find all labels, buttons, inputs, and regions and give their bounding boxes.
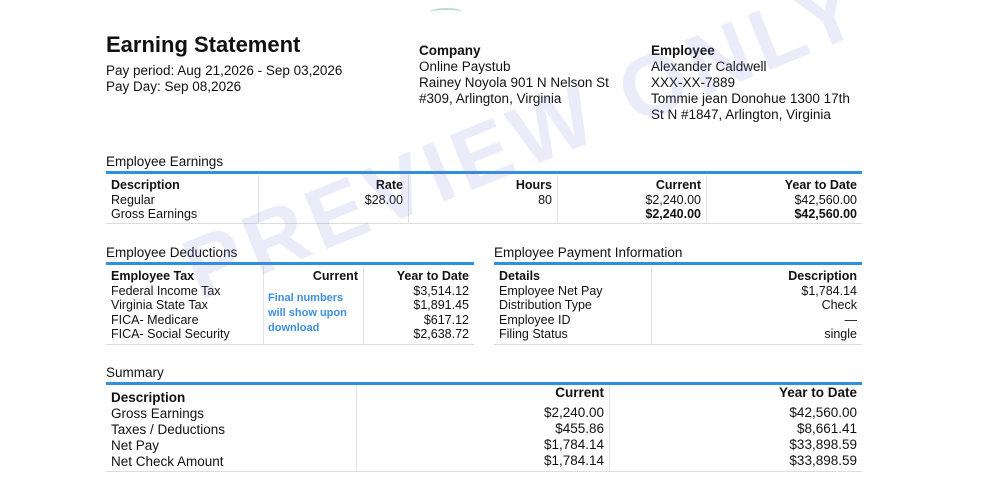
- earnings-col-hours: Hours 80: [409, 175, 558, 223]
- earnings-cell: [409, 207, 552, 222]
- pay-dates: Pay period: Aug 21,2026 - Sep 03,2026 Pa…: [106, 63, 342, 95]
- earnings-header-hours: Hours: [515, 178, 552, 192]
- deductions-header-ytd: Year to Date: [396, 269, 469, 283]
- payment-cell: Distribution Type: [499, 298, 592, 312]
- payment-header-description: Description: [788, 269, 857, 283]
- summary-cell: Taxes / Deductions: [111, 422, 226, 437]
- summary-cell: $1,784.14: [543, 453, 604, 468]
- earnings-cell: $2,240.00: [645, 207, 701, 221]
- deductions-cell: FICA- Social Security: [111, 327, 230, 341]
- summary-col-description: Description Gross Earnings Taxes / Deduc…: [106, 385, 357, 471]
- earnings-bar: [106, 171, 862, 174]
- payment-col-description: Description $1,784.14 Check — single: [652, 266, 862, 344]
- summary-cell: $455.86: [555, 421, 604, 436]
- earnings-header-description: Description: [111, 178, 180, 192]
- summary-table: Description Gross Earnings Taxes / Deduc…: [106, 385, 862, 472]
- earnings-col-ytd: Year to Date $42,560.00 $42,560.00: [707, 175, 862, 223]
- summary-header-description: Description: [111, 390, 186, 405]
- deductions-col-tax: Employee Tax Federal Income Tax Virginia…: [106, 266, 264, 344]
- summary-cell: Net Pay: [111, 438, 160, 453]
- deductions-col-ytd: Year to Date $3,514.12 $1,891.45 $617.12…: [364, 266, 474, 344]
- summary-col-current: Current $2,240.00 $455.86 $1,784.14 $1,7…: [357, 385, 610, 471]
- earnings-cell: $42,560.00: [794, 192, 857, 207]
- employee-name: Alexander Caldwell: [651, 59, 767, 74]
- summary-col-ytd: Year to Date $42,560.00 $8,661.41 $33,89…: [610, 385, 862, 471]
- payment-cell: single: [824, 327, 857, 341]
- summary-cell: $33,898.59: [789, 453, 857, 468]
- employee-address-1: Tommie jean Donohue 1300 17th: [651, 91, 850, 106]
- earnings-cell: [259, 207, 403, 222]
- payment-info-bar: [494, 262, 862, 265]
- payment-cell: Employee ID: [499, 312, 571, 327]
- deductions-bar: [106, 262, 474, 265]
- deductions-cell: $617.12: [423, 312, 469, 327]
- earnings-header-current: Current: [655, 178, 701, 192]
- earnings-col-rate: Rate $28.00: [259, 175, 409, 223]
- employee-heading: Employee: [651, 43, 715, 58]
- employee-address-2: St N #1847, Arlington, Virginia: [651, 107, 831, 122]
- payment-info-title: Employee Payment Information: [494, 245, 683, 260]
- payment-header-details: Details: [499, 269, 540, 283]
- summary-cell: Net Check Amount: [111, 454, 224, 469]
- payment-cell: Filing Status: [499, 327, 568, 341]
- pay-period: Pay period: Aug 21,2026 - Sep 03,2026: [106, 63, 343, 78]
- summary-cell: $8,661.41: [796, 421, 857, 436]
- payment-cell: Check: [821, 298, 857, 312]
- summary-header-current: Current: [555, 385, 604, 400]
- deductions-cell: Virginia State Tax: [111, 298, 208, 312]
- payment-cell: $1,784.14: [801, 283, 857, 298]
- earnings-header-ytd: Year to Date: [784, 178, 857, 192]
- company-address-1: Rainey Noyola 901 N Nelson St: [419, 75, 609, 90]
- company-name: Online Paystub: [419, 59, 511, 74]
- deductions-cell: $3,514.12: [413, 283, 469, 298]
- summary-header-ytd: Year to Date: [778, 385, 857, 400]
- earnings-cell: $42,560.00: [794, 207, 857, 221]
- deductions-title: Employee Deductions: [106, 245, 238, 260]
- summary-cell: $33,898.59: [789, 437, 857, 452]
- deductions-cell: FICA- Medicare: [111, 312, 199, 327]
- earnings-header-rate: Rate: [375, 178, 403, 192]
- company-block: Company Online Paystub Rainey Noyola 901…: [419, 43, 609, 107]
- payment-info-table: Details Employee Net Pay Distribution Ty…: [494, 266, 862, 345]
- company-heading: Company: [419, 43, 481, 58]
- earnings-cell: Gross Earnings: [111, 207, 198, 221]
- deductions-cell: Federal Income Tax: [111, 283, 221, 298]
- deductions-header-tax: Employee Tax: [111, 269, 195, 283]
- earnings-cell: Regular: [111, 192, 155, 207]
- earnings-col-current: Current $2,240.00 $2,240.00: [558, 175, 707, 223]
- summary-cell: $2,240.00: [543, 405, 604, 420]
- earnings-cell: $2,240.00: [645, 192, 701, 207]
- top-decoration: [430, 8, 462, 16]
- summary-cell: $1,784.14: [543, 437, 604, 452]
- pay-day: Pay Day: Sep 08,2026: [106, 79, 242, 94]
- deductions-header-current: Current: [312, 269, 358, 283]
- page-title: Earning Statement: [106, 32, 301, 57]
- earnings-table: Description Regular Gross Earnings Rate …: [106, 175, 862, 224]
- employee-ssn: XXX-XX-7889: [651, 75, 736, 90]
- company-address-2: #309, Arlington, Virginia: [419, 91, 562, 106]
- deductions-cell: $1,891.45: [413, 298, 469, 312]
- preview-note: Final numbers will show upon download: [268, 292, 347, 334]
- summary-cell: $42,560.00: [789, 405, 857, 420]
- payment-cell: —: [844, 312, 858, 327]
- deductions-cell: $2,638.72: [413, 327, 469, 341]
- earnings-cell: $28.00: [364, 192, 403, 207]
- payment-cell: Employee Net Pay: [499, 283, 603, 298]
- payment-col-details: Details Employee Net Pay Distribution Ty…: [494, 266, 652, 344]
- summary-title: Summary: [106, 365, 164, 380]
- earnings-cell: 80: [538, 192, 552, 207]
- earnings-title: Employee Earnings: [106, 154, 224, 169]
- earnings-col-description: Description Regular Gross Earnings: [106, 175, 259, 223]
- summary-cell: Gross Earnings: [111, 406, 205, 421]
- employee-block: Employee Alexander Caldwell XXX-XX-7889 …: [651, 43, 850, 123]
